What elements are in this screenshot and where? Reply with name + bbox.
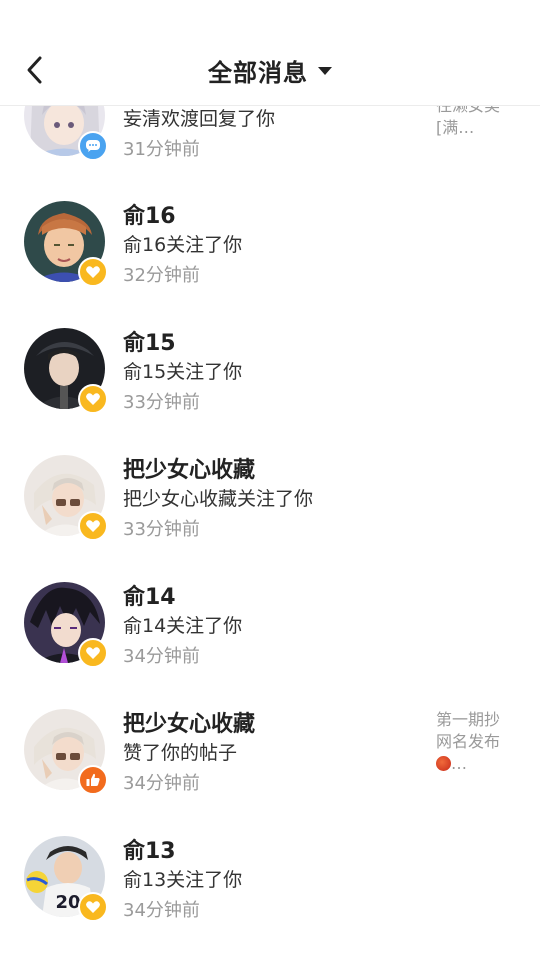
message-text: 俞16关注了你: [123, 234, 243, 256]
message-text: 俞13关注了你: [123, 869, 243, 891]
caret-down-icon: [318, 67, 332, 75]
message-time: 34分钟前: [123, 646, 200, 667]
thumb-up-icon: [78, 765, 108, 795]
screen: 妄清欢渡回复了你 31分钟前 往濑女美 [满…: [0, 0, 540, 960]
sender-name[interactable]: 俞13: [123, 833, 176, 865]
message-text: 妄清欢渡回复了你: [123, 108, 276, 130]
page-title: 全部消息: [208, 58, 308, 87]
message-item[interactable]: 俞15 俞15关注了你 33分钟前: [0, 328, 540, 455]
message-time: 32分钟前: [123, 265, 200, 286]
sender-name[interactable]: 俞16: [123, 198, 176, 230]
message-filter-dropdown[interactable]: 全部消息: [0, 48, 540, 92]
message-item[interactable]: 20 俞13 俞13关注了你 34分钟前: [0, 836, 540, 960]
snippet-line: 第一期抄: [436, 710, 501, 729]
heart-icon: [78, 384, 108, 414]
message-time: 34分钟前: [123, 773, 200, 794]
sender-name[interactable]: 把少女心收藏: [123, 452, 255, 484]
heart-icon: [78, 257, 108, 287]
sender-name[interactable]: 把少女心收藏: [123, 706, 255, 738]
sender-name[interactable]: 俞14: [123, 579, 176, 611]
message-text: 赞了你的帖子: [123, 742, 238, 764]
message-item[interactable]: 把少女心收藏 赞了你的帖子 34分钟前 第一期抄 网名发布 …: [0, 709, 540, 836]
message-item[interactable]: 俞14 俞14关注了你 34分钟前: [0, 582, 540, 709]
top-bar: 全部消息: [0, 0, 540, 106]
heart-icon: [78, 511, 108, 541]
message-time: 33分钟前: [123, 519, 200, 540]
svg-text:20: 20: [55, 892, 80, 913]
message-time: 34分钟前: [123, 900, 200, 921]
snippet-line: [满…: [436, 118, 475, 137]
message-text: 俞14关注了你: [123, 615, 243, 637]
heart-icon: [78, 892, 108, 922]
snippet-line-3: …: [436, 753, 508, 775]
message-text: 俞15关注了你: [123, 361, 243, 383]
snippet-ellipsis: …: [451, 754, 467, 773]
rose-emoji-icon: [436, 756, 451, 771]
post-snippet[interactable]: 第一期抄 网名发布 …: [436, 709, 508, 775]
message-item[interactable]: 俞16 俞16关注了你 32分钟前: [0, 201, 540, 328]
heart-icon: [78, 638, 108, 668]
snippet-line: 网名发布: [436, 732, 501, 751]
message-time: 33分钟前: [123, 392, 200, 413]
message-time: 31分钟前: [123, 139, 200, 160]
message-text: 把少女心收藏关注了你: [123, 488, 314, 510]
chat-icon: [78, 131, 108, 161]
sender-name[interactable]: 俞15: [123, 325, 176, 357]
message-item[interactable]: 把少女心收藏 把少女心收藏关注了你 33分钟前: [0, 455, 540, 582]
